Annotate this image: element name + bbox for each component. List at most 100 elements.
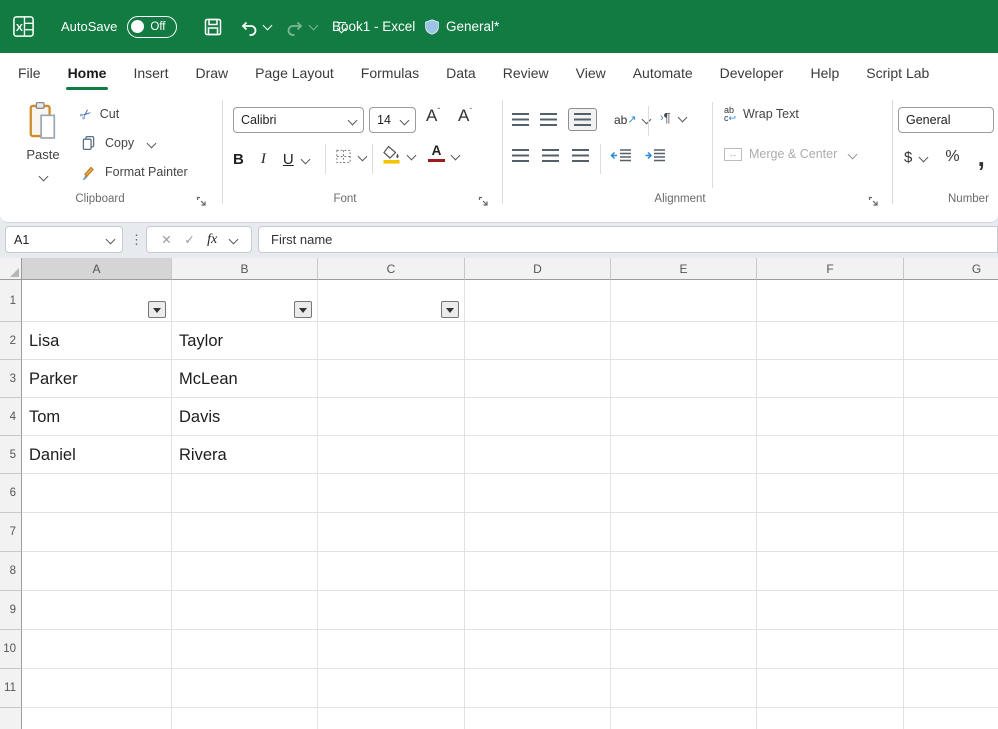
cell-F9[interactable] xyxy=(757,591,904,630)
cancel-icon[interactable]: ✕ xyxy=(161,232,171,247)
alignment-dialog-launcher-icon[interactable] xyxy=(868,194,880,206)
borders-dropdown-icon[interactable] xyxy=(358,152,368,162)
cell-C12[interactable] xyxy=(318,708,465,729)
cell-E1[interactable] xyxy=(611,280,757,322)
formula-input[interactable]: First name xyxy=(258,226,998,253)
cut-button[interactable]: ✂ Cut xyxy=(80,105,119,123)
tab-view[interactable]: View xyxy=(576,65,606,81)
clipboard-dialog-launcher-icon[interactable] xyxy=(196,194,208,206)
table-cell[interactable]: Lisa xyxy=(22,322,172,360)
cell-B12[interactable] xyxy=(172,708,318,729)
undo-button[interactable] xyxy=(239,17,271,37)
row-header-6[interactable]: 6 xyxy=(0,474,22,513)
cell-F3[interactable] xyxy=(757,360,904,398)
underline-button[interactable]: U xyxy=(283,151,294,168)
cell-A11[interactable] xyxy=(22,669,172,708)
currency-dropdown-icon[interactable] xyxy=(919,152,929,162)
cell-F1[interactable] xyxy=(757,280,904,322)
comma-format-button[interactable]: , xyxy=(978,152,985,162)
cell-C8[interactable] xyxy=(318,552,465,591)
cell-F2[interactable] xyxy=(757,322,904,360)
cell-C5[interactable] xyxy=(318,436,465,474)
cell-D10[interactable] xyxy=(465,630,611,669)
cell-E12[interactable] xyxy=(611,708,757,729)
align-right-button[interactable] xyxy=(572,149,589,162)
borders-button[interactable] xyxy=(335,148,366,165)
fill-color-dropdown-icon[interactable] xyxy=(407,150,417,160)
filter-dropdown-button[interactable] xyxy=(441,301,459,318)
cell-G6[interactable] xyxy=(904,474,998,513)
font-dialog-launcher-icon[interactable] xyxy=(478,194,490,206)
increase-indent-button[interactable] xyxy=(644,149,666,162)
insert-function-icon[interactable]: fx xyxy=(207,232,217,248)
cell-F11[interactable] xyxy=(757,669,904,708)
cell-D6[interactable] xyxy=(465,474,611,513)
row-header-10[interactable]: 10 xyxy=(0,630,22,669)
table-cell[interactable]: Davis xyxy=(172,398,318,436)
cell-C2[interactable] xyxy=(318,322,465,360)
cell-C6[interactable] xyxy=(318,474,465,513)
column-header-C[interactable]: C xyxy=(318,258,465,280)
row-header-4[interactable]: 4 xyxy=(0,398,22,436)
tab-review[interactable]: Review xyxy=(503,65,549,81)
cell-D1[interactable] xyxy=(465,280,611,322)
table-cell[interactable]: Daniel xyxy=(22,436,172,474)
cell-B10[interactable] xyxy=(172,630,318,669)
row-header-7[interactable]: 7 xyxy=(0,513,22,552)
sensitivity-badge[interactable]: General* xyxy=(424,0,499,53)
font-size-combobox[interactable]: 14 xyxy=(369,107,416,133)
cell-G9[interactable] xyxy=(904,591,998,630)
column-header-A[interactable]: A xyxy=(22,258,172,280)
autosave-toggle[interactable]: Off xyxy=(127,16,177,38)
filter-dropdown-button[interactable] xyxy=(294,301,312,318)
tab-insert[interactable]: Insert xyxy=(133,65,168,81)
cell-A12[interactable] xyxy=(22,708,172,729)
cell-C9[interactable] xyxy=(318,591,465,630)
cell-E9[interactable] xyxy=(611,591,757,630)
copy-dropdown-icon[interactable] xyxy=(147,138,157,148)
table-cell[interactable]: McLean xyxy=(172,360,318,398)
tab-script-lab[interactable]: Script Lab xyxy=(866,65,929,81)
merge-center-dropdown-icon[interactable] xyxy=(848,149,858,159)
enter-icon[interactable]: ✓ xyxy=(184,232,194,247)
cell-E3[interactable] xyxy=(611,360,757,398)
cell-F4[interactable] xyxy=(757,398,904,436)
cell-F12[interactable] xyxy=(757,708,904,729)
cell-D11[interactable] xyxy=(465,669,611,708)
cell-D8[interactable] xyxy=(465,552,611,591)
number-format-combobox[interactable]: General xyxy=(898,107,994,133)
undo-dropdown-icon[interactable] xyxy=(263,20,273,30)
tab-home[interactable]: Home xyxy=(68,65,107,81)
reading-order-button[interactable]: › ¶ xyxy=(660,110,686,125)
row-header-9[interactable]: 9 xyxy=(0,591,22,630)
increase-font-size-button[interactable]: Aˆ xyxy=(426,106,440,126)
cell-G7[interactable] xyxy=(904,513,998,552)
cell-D2[interactable] xyxy=(465,322,611,360)
paste-dropdown-icon[interactable] xyxy=(38,172,48,182)
cell-G11[interactable] xyxy=(904,669,998,708)
name-box[interactable]: A1 xyxy=(5,226,123,253)
row-header-12[interactable] xyxy=(0,708,22,729)
decrease-font-size-button[interactable]: Aˇ xyxy=(458,106,472,126)
table-cell[interactable]: Rivera xyxy=(172,436,318,474)
cell-G2[interactable] xyxy=(904,322,998,360)
cell-A6[interactable] xyxy=(22,474,172,513)
cell-C3[interactable] xyxy=(318,360,465,398)
column-header-B[interactable]: B xyxy=(172,258,318,280)
font-name-combobox[interactable]: Calibri xyxy=(233,107,364,133)
underline-dropdown-icon[interactable] xyxy=(300,154,310,164)
cell-E10[interactable] xyxy=(611,630,757,669)
cell-E2[interactable] xyxy=(611,322,757,360)
cell-D7[interactable] xyxy=(465,513,611,552)
cell-G3[interactable] xyxy=(904,360,998,398)
cell-A10[interactable] xyxy=(22,630,172,669)
cell-G1[interactable] xyxy=(904,280,998,322)
align-top-button[interactable] xyxy=(512,113,529,126)
cell-D5[interactable] xyxy=(465,436,611,474)
tab-help[interactable]: Help xyxy=(810,65,839,81)
cell-D9[interactable] xyxy=(465,591,611,630)
cell-E4[interactable] xyxy=(611,398,757,436)
cell-D3[interactable] xyxy=(465,360,611,398)
fill-color-button[interactable] xyxy=(382,145,415,165)
table-cell[interactable]: Tom xyxy=(22,398,172,436)
